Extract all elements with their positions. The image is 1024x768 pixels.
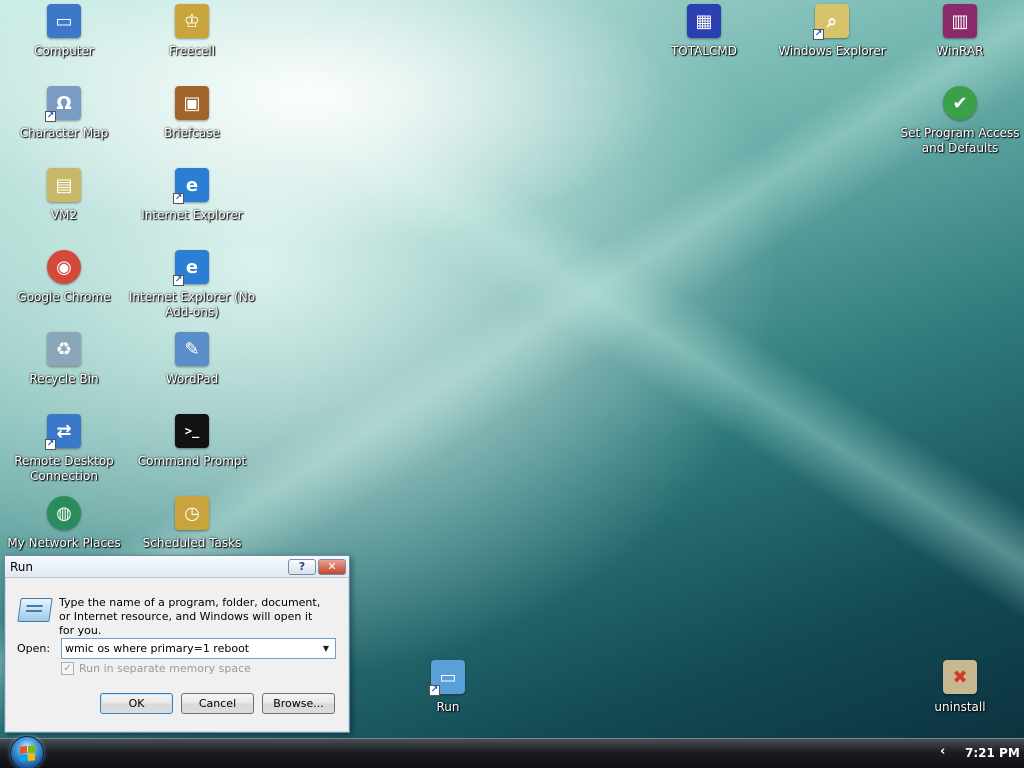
- briefcase-desktop-icon[interactable]: ▣ Briefcase: [128, 84, 256, 164]
- scheduled-tasks-icon: ◷: [175, 496, 209, 530]
- internet-explorer-icon: e ↗: [173, 168, 209, 204]
- windows-explorer-icon: ⌕ ↗: [813, 4, 849, 40]
- desktop-icon-label: WinRAR: [936, 44, 984, 58]
- wordpad-icon: ✎: [175, 332, 209, 366]
- uninstall-icon: ✖: [943, 660, 977, 694]
- run-dialog-titlebar[interactable]: Run ? ✕: [5, 556, 349, 578]
- folder-icon: ▤: [47, 168, 81, 202]
- desktop-icon-label: Briefcase: [164, 126, 220, 140]
- internet-explorer-desktop-icon[interactable]: e ↗ Internet Explorer: [128, 166, 256, 246]
- open-label: Open:: [17, 642, 51, 655]
- recycle-bin-desktop-icon[interactable]: ♻ Recycle Bin: [0, 330, 128, 410]
- start-button[interactable]: [10, 736, 44, 768]
- desktop-icon-label: TOTALCMD: [670, 44, 738, 58]
- run-icon: ▭ ↗: [429, 660, 465, 696]
- taskbar-clock[interactable]: 7:21 PM: [965, 746, 1020, 760]
- desktop-icon-label: Internet Explorer (No Add-ons): [128, 290, 256, 319]
- winrar-desktop-icon[interactable]: ▥ WinRAR: [896, 2, 1024, 82]
- browse-button[interactable]: Browse...: [262, 693, 335, 714]
- run-desktop-icon[interactable]: ▭ ↗ Run: [384, 658, 512, 738]
- command-prompt-desktop-icon[interactable]: >_ Command Prompt: [128, 412, 256, 492]
- windows-logo-icon: [20, 745, 35, 762]
- ok-button[interactable]: OK: [100, 693, 173, 714]
- run-dialog: Run ? ✕ Type the name of a program, fold…: [4, 555, 350, 733]
- desktop-icon-label: Set Program Access and Defaults: [900, 126, 1020, 155]
- network-globe-icon: ◍: [47, 496, 81, 530]
- desktop-icon-label: Internet Explorer: [141, 208, 243, 222]
- desktop-icon-label: uninstall: [934, 700, 986, 714]
- show-hidden-icons-icon[interactable]: ‹: [940, 744, 945, 759]
- desktop-icon-label: Scheduled Tasks: [142, 536, 242, 550]
- desktop-icon-label: My Network Places: [7, 536, 121, 550]
- desktop-icon-label: Character Map: [19, 126, 109, 140]
- shortcut-arrow-icon: ↗: [429, 685, 440, 696]
- run-description: Type the name of a program, folder, docu…: [59, 596, 321, 637]
- separate-memory-checkbox[interactable]: ✓: [61, 662, 74, 675]
- shortcut-arrow-icon: ↗: [173, 275, 184, 286]
- desktop-icon-label: Command Prompt: [137, 454, 247, 468]
- character-map-desktop-icon[interactable]: Ω ↗ Character Map: [0, 84, 128, 164]
- desktop-icon-label: Recycle Bin: [29, 372, 99, 386]
- floppy-disk-icon: ▦: [687, 4, 721, 38]
- cancel-button[interactable]: Cancel: [181, 693, 254, 714]
- freecell-desktop-icon[interactable]: ♔ Freecell: [128, 2, 256, 82]
- open-combobox[interactable]: ▼: [61, 638, 336, 659]
- desktop-icon-label: Remote Desktop Connection: [14, 454, 114, 483]
- close-icon: ✕: [327, 560, 337, 573]
- internet-explorer-icon: e ↗: [173, 250, 209, 286]
- computer-icon: ▭: [47, 4, 81, 38]
- remote-desktop-icon: ⇄ ↗: [45, 414, 81, 450]
- totalcmd-desktop-icon[interactable]: ▦ TOTALCMD: [640, 2, 768, 82]
- help-button[interactable]: ?: [288, 559, 316, 575]
- vm2-desktop-icon[interactable]: ▤ VM2: [0, 166, 128, 246]
- recycle-bin-icon: ♻: [47, 332, 81, 366]
- separate-memory-label: Run in separate memory space: [79, 662, 251, 675]
- desktop-icon-label: Windows Explorer: [778, 44, 886, 58]
- character-map-icon: Ω ↗: [45, 86, 81, 122]
- briefcase-icon: ▣: [175, 86, 209, 120]
- internet-explorer-no-addons-desktop-icon[interactable]: e ↗ Internet Explorer (No Add-ons): [128, 248, 256, 328]
- run-dialog-icon: [17, 598, 53, 622]
- desktop-icon-label: WordPad: [165, 372, 219, 386]
- shortcut-arrow-icon: ↗: [173, 193, 184, 204]
- desktop-icon-label: Run: [436, 700, 460, 714]
- set-program-access-desktop-icon[interactable]: ✔ Set Program Access and Defaults: [896, 84, 1024, 164]
- shortcut-arrow-icon: ↗: [813, 29, 824, 40]
- desktop-icon-label: Computer: [34, 44, 94, 58]
- run-dialog-title: Run: [10, 560, 34, 574]
- close-button[interactable]: ✕: [318, 559, 346, 575]
- google-chrome-desktop-icon[interactable]: ◉ Google Chrome: [0, 248, 128, 328]
- desktop-icon-label: VM2: [50, 208, 78, 222]
- shortcut-arrow-icon: ↗: [45, 439, 56, 450]
- winrar-icon: ▥: [943, 4, 977, 38]
- remote-desktop-connection-desktop-icon[interactable]: ⇄ ↗ Remote Desktop Connection: [0, 412, 128, 492]
- shortcut-arrow-icon: ↗: [45, 111, 56, 122]
- freecell-icon: ♔: [175, 4, 209, 38]
- desktop-icon-label: Freecell: [168, 44, 216, 58]
- windows-explorer-desktop-icon[interactable]: ⌕ ↗ Windows Explorer: [768, 2, 896, 82]
- google-chrome-icon: ◉: [47, 250, 81, 284]
- desktop-icon-label: Google Chrome: [17, 290, 111, 304]
- taskbar: ‹ 7:21 PM: [0, 736, 1024, 768]
- open-input[interactable]: [62, 639, 316, 658]
- wordpad-desktop-icon[interactable]: ✎ WordPad: [128, 330, 256, 410]
- command-prompt-icon: >_: [175, 414, 209, 448]
- dropdown-arrow-icon[interactable]: ▼: [317, 639, 335, 658]
- computer-desktop-icon[interactable]: ▭ Computer: [0, 2, 128, 82]
- uninstall-desktop-icon[interactable]: ✖ uninstall: [896, 658, 1024, 738]
- help-icon: ?: [298, 560, 306, 573]
- program-defaults-icon: ✔: [943, 86, 977, 120]
